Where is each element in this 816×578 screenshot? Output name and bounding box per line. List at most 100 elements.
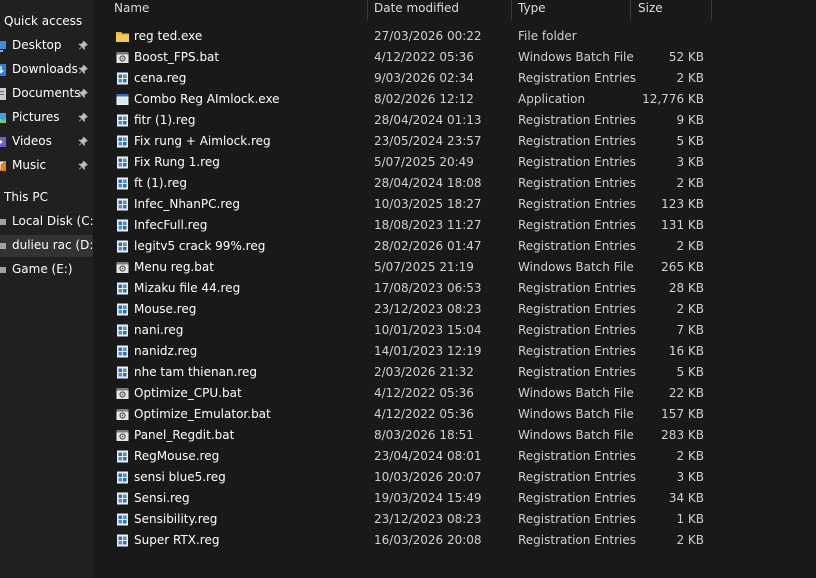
file-row[interactable]: Mouse.reg 23/12/2023 08:23 Registration En… [93,299,816,320]
file-row[interactable]: Fix Rung 1.reg 5/07/2025 20:49 Registratio… [93,152,816,173]
sidebar-item-label: Documents [12,86,81,100]
file-name: Mouse.reg [134,302,197,316]
drive-icon [0,264,6,276]
sidebar-item-desktop[interactable]: Desktop [0,35,93,57]
file-row[interactable]: Sensi.reg 19/03/2024 15:49 Registration En… [93,488,816,509]
file-row[interactable]: Mizaku file 44.reg 17/08/2023 06:53 Regist… [93,278,816,299]
navigation-pane: Quick access Desktop Downloads Documents Pi… [0,0,93,578]
column-divider[interactable] [711,0,712,20]
pin-icon [78,40,89,51]
file-row[interactable]: fitr (1).reg 28/04/2024 01:13 Registration… [93,110,816,131]
registry-file-icon [115,218,130,233]
file-name: Panel_Regdit.bat [134,428,235,442]
folder-icon [115,29,130,44]
file-row[interactable]: Optimize_Emulator.bat 4/12/2022 05:36 Wind… [93,404,816,425]
file-date-modified: 5/07/2025 20:49 [374,155,474,169]
file-date-modified: 27/03/2026 00:22 [374,29,482,43]
file-row[interactable]: Sensibility.reg 23/12/2023 08:23 Registrat… [93,509,816,530]
file-size: 2 KB [676,239,704,253]
file-type: Windows Batch File [518,260,634,274]
file-size: 22 KB [668,386,704,400]
registry-file-icon [115,281,130,296]
file-size: 7 KB [676,323,704,337]
column-header-type-label: Type [518,1,546,15]
file-row[interactable]: Fix rung + Aimlock.reg 23/05/2024 23:57 Re… [93,131,816,152]
sidebar-item-documents[interactable]: Documents [0,83,93,105]
sidebar-item-music[interactable]: Music [0,155,93,177]
file-size: 131 KB [661,218,704,232]
file-row[interactable]: legitv5 crack 99%.reg 28/02/2026 01:47 Reg… [93,236,816,257]
file-row[interactable]: InfecFull.reg 18/08/2023 11:27 Registratio… [93,215,816,236]
registry-file-icon [115,71,130,86]
file-row[interactable]: Menu reg.bat 5/07/2025 21:19 Windows Batch… [93,257,816,278]
column-header-name[interactable]: Name [93,0,367,20]
column-header-date[interactable]: Date modified [368,0,511,20]
file-date-modified: 16/03/2026 20:08 [374,533,482,547]
file-row[interactable]: nanidz.reg 14/01/2023 12:19 Registration E… [93,341,816,362]
sidebar-item-downloads[interactable]: Downloads [0,59,93,81]
registry-file-icon [115,470,130,485]
file-type: Registration Entries [518,449,636,463]
drive-icon [0,216,6,228]
file-row[interactable]: Panel_Regdit.bat 8/03/2026 18:51 Windows B… [93,425,816,446]
file-date-modified: 23/04/2024 08:01 [374,449,482,463]
this-pc-label: This PC [4,190,48,204]
registry-file-icon [115,155,130,170]
file-row[interactable]: Optimize_CPU.bat 4/12/2022 05:36 Windows B… [93,383,816,404]
file-name: ft (1).reg [134,176,188,190]
column-header-type[interactable]: Type [512,0,630,20]
file-size: 3 KB [676,470,704,484]
desktop-icon [0,40,6,52]
file-date-modified: 17/08/2023 06:53 [374,281,482,295]
this-pc-header[interactable]: This PC [0,187,93,209]
sidebar-item-label: Music [12,158,47,172]
sidebar-item-dulieu-rac-d[interactable]: dulieu rac (D:) [0,235,93,257]
column-header-size[interactable]: Size [631,0,711,20]
sidebar-item-videos[interactable]: Videos [0,131,93,153]
registry-file-icon [115,449,130,464]
file-type: Windows Batch File [518,407,634,421]
file-row[interactable]: cena.reg 9/03/2026 02:34 Registration Entr… [93,68,816,89]
batch-file-icon [115,428,130,443]
file-type: Registration Entries [518,239,636,253]
file-row[interactable]: Boost_FPS.bat 4/12/2022 05:36 Windows Batc… [93,47,816,68]
sidebar-item-label: Downloads [12,62,78,76]
sidebar-item-game-e[interactable]: Game (E:) [0,259,93,281]
file-size: 2 KB [676,302,704,316]
file-type: Registration Entries [518,512,636,526]
file-row[interactable]: Combo Reg AImlock.exe 8/02/2026 12:12 Appl… [93,89,816,110]
file-type: Registration Entries [518,281,636,295]
file-size: 123 KB [661,197,704,211]
file-row[interactable]: RegMouse.reg 23/04/2024 08:01 Registration… [93,446,816,467]
file-row[interactable]: sensi blue5.reg 10/03/2026 20:07 Registrat… [93,467,816,488]
file-row[interactable]: ft (1).reg 28/04/2024 18:08 Registration E… [93,173,816,194]
file-size: 34 KB [668,491,704,505]
quick-access-header[interactable]: Quick access [0,11,93,33]
downloads-icon [0,64,6,76]
file-date-modified: 4/12/2022 05:36 [374,407,474,421]
application-icon [115,92,130,107]
file-size: 2 KB [676,449,704,463]
file-type: Registration Entries [518,533,636,547]
file-row[interactable]: reg ted.exe 27/03/2026 00:22 File folder [93,26,816,47]
file-row[interactable]: Super RTX.reg 16/03/2026 20:08 Registratio… [93,530,816,551]
column-header-date-label: Date modified [374,1,460,15]
file-size: 52 KB [668,50,704,64]
registry-file-icon [115,323,130,338]
sidebar-item-label: dulieu rac (D:) [12,238,93,252]
file-row[interactable]: nani.reg 10/01/2023 15:04 Registration Ent… [93,320,816,341]
sidebar-item-local-disk-c[interactable]: Local Disk (C:) [0,211,93,233]
file-name: reg ted.exe [134,29,203,43]
registry-file-icon [115,344,130,359]
file-row[interactable]: Infec_NhanPC.reg 10/03/2025 18:27 Registra… [93,194,816,215]
file-name: legitv5 crack 99%.reg [134,239,266,253]
sidebar-item-label: Videos [12,134,52,148]
file-date-modified: 8/02/2026 12:12 [374,92,474,106]
file-row[interactable]: nhe tam thienan.reg 2/03/2026 21:32 Regist… [93,362,816,383]
file-date-modified: 2/03/2026 21:32 [374,365,474,379]
file-date-modified: 23/05/2024 23:57 [374,134,482,148]
file-type: Windows Batch File [518,386,634,400]
file-size: 157 KB [661,407,704,421]
sidebar-item-pictures[interactable]: Pictures [0,107,93,129]
file-date-modified: 10/01/2023 15:04 [374,323,482,337]
